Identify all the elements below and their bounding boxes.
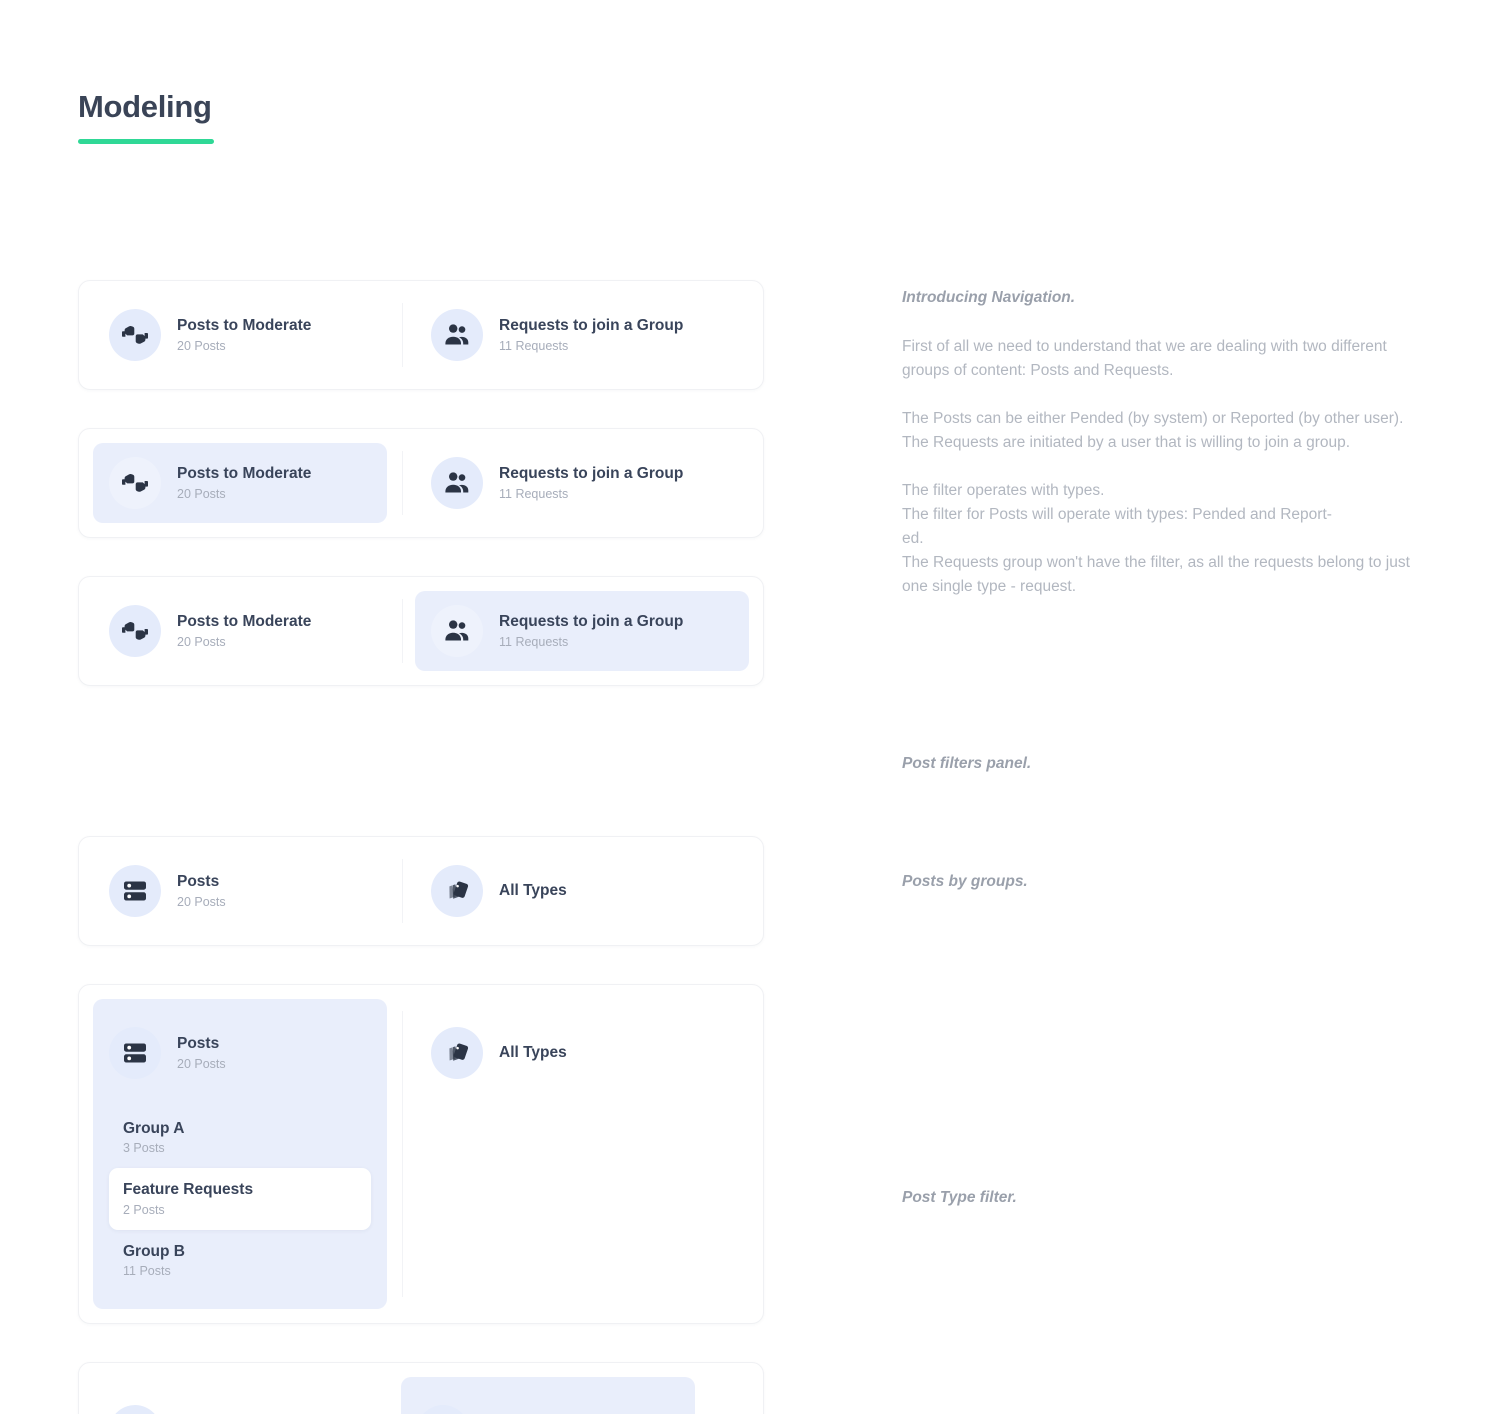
nav-item-subtitle: 20 Posts (177, 338, 226, 353)
nav-card-right-column: Requests to join a Group 11 Requests (401, 281, 763, 389)
nav-item-subtitle: 11 Requests (499, 634, 569, 649)
nav-item-posts[interactable]: Posts 20 Posts (93, 851, 387, 931)
nav-card-right-column: Requests to join a Group 11 Requests (401, 429, 763, 537)
nav-item-title: All Types (499, 882, 567, 900)
nav-card-posts-selected: Posts to Moderate 20 Posts Requests to j… (78, 428, 764, 538)
note-posts-by-groups: Posts by groups. (902, 870, 1028, 893)
post-type-panel: All Types Pended Reported (401, 1377, 695, 1414)
nav-item-title: Requests to join a Group (499, 465, 684, 483)
note-heading: Post filters panel. (902, 755, 1032, 772)
page-header: Modeling (78, 88, 214, 145)
nav-item-text: Posts 20 Posts (177, 872, 226, 909)
nav-item-text: All Types (499, 1043, 567, 1062)
nav-item-all-types[interactable]: All Types (415, 1013, 749, 1093)
cards-group-spacer (78, 724, 764, 836)
nav-item-text: Posts to Moderate 20 Posts (177, 316, 311, 353)
nav-item-subtitle: 11 Requests (499, 338, 569, 353)
nav-item-title: Posts to Moderate (177, 317, 312, 335)
server-stack-icon (109, 1027, 161, 1079)
nav-item-text: Requests to join a Group 11 Requests (499, 464, 683, 501)
nav-item-title: Posts (177, 873, 220, 891)
nav-item-title: Posts to Moderate (177, 465, 312, 483)
nav-item-posts-to-moderate[interactable]: Posts to Moderate 20 Posts (93, 295, 387, 375)
nav-item-text: Posts to Moderate 20 Posts (177, 464, 311, 501)
nav-item-all-types[interactable]: All Types (417, 1391, 679, 1414)
nav-item-subtitle: 20 Posts (177, 486, 226, 501)
nav-item-subtitle: 20 Posts (177, 634, 226, 649)
nav-item-posts[interactable]: Posts 20 Posts (93, 1391, 387, 1414)
nav-item-text: Requests to join a Group 11 Requests (499, 612, 683, 649)
filters-card-default: Posts 20 Posts All Types (78, 836, 764, 946)
nav-item-title: Requests to join a Group (499, 613, 684, 631)
note-body: First of all we need to understand that … (902, 338, 1410, 596)
note-post-type-filter: Post Type filter. (902, 1186, 1017, 1209)
nav-item-title: All Types (499, 1044, 567, 1062)
server-stack-icon (109, 865, 161, 917)
note-post-filters-panel: Post filters panel. (902, 752, 1031, 775)
cards-stack-icon (431, 1027, 483, 1079)
group-subtitle: 3 Posts (123, 1141, 165, 1156)
thumbs-updown-icon (109, 605, 161, 657)
note-heading: Posts by groups. (902, 873, 1028, 890)
filters-card-left-column: Posts 20 Posts (79, 837, 401, 945)
group-list-item[interactable]: Group A 3 Posts (109, 1107, 371, 1168)
nav-item-text: Requests to join a Group 11 Requests (499, 316, 683, 353)
nav-item-posts[interactable]: Posts 20 Posts (109, 1013, 371, 1093)
group-subtitle: 11 Posts (123, 1264, 171, 1279)
nav-item-title: Posts to Moderate (177, 613, 312, 631)
post-type-right-column: All Types Pended Reported (401, 1363, 763, 1414)
nav-item-text: Posts 20 Posts (177, 1034, 226, 1071)
nav-item-requests-to-join[interactable]: Requests to join a Group 11 Requests (415, 443, 749, 523)
posts-by-groups-card: Posts 20 Posts Group A 3 Posts Feature R… (78, 984, 764, 1325)
nav-card-left-column: Posts to Moderate 20 Posts (79, 577, 401, 685)
people-icon (431, 309, 483, 361)
group-list-item[interactable]: Group B 11 Posts (109, 1230, 371, 1291)
group-subtitle: 2 Posts (123, 1202, 165, 1217)
posts-groups-panel: Posts 20 Posts Group A 3 Posts Feature R… (93, 999, 387, 1310)
mockup-cards: Posts to Moderate 20 Posts Requests to j… (78, 280, 764, 1414)
posts-groups-left-column: Posts 20 Posts Group A 3 Posts Feature R… (79, 985, 401, 1323)
nav-item-subtitle: 20 Posts (177, 1056, 226, 1071)
nav-card-default: Posts to Moderate 20 Posts Requests to j… (78, 280, 764, 390)
cards-stack-icon (431, 865, 483, 917)
nav-card-left-column: Posts to Moderate 20 Posts (79, 281, 401, 389)
nav-item-subtitle: 11 Requests (499, 486, 569, 501)
cards-stack-icon (417, 1405, 469, 1414)
nav-item-title: Requests to join a Group (499, 317, 684, 335)
group-title: Group A (123, 1120, 185, 1137)
nav-item-subtitle: 20 Posts (177, 894, 226, 909)
group-title: Group B (123, 1242, 185, 1260)
nav-card-requests-selected: Posts to Moderate 20 Posts Requests to j… (78, 576, 764, 686)
group-title: Feature Requests (123, 1181, 254, 1199)
note-heading: Post Type filter. (902, 1189, 1017, 1206)
page-title: Modeling (78, 89, 212, 124)
nav-item-text: All Types (499, 881, 567, 900)
group-list-item[interactable]: Feature Requests 2 Posts (109, 1168, 371, 1230)
title-accent-rule (78, 139, 214, 145)
nav-item-requests-to-join[interactable]: Requests to join a Group 11 Requests (415, 591, 749, 671)
server-stack-icon (109, 1405, 161, 1414)
nav-item-requests-to-join[interactable]: Requests to join a Group 11 Requests (415, 295, 749, 375)
people-icon (431, 605, 483, 657)
post-type-left-column: Posts 20 Posts (79, 1363, 401, 1414)
nav-card-left-column: Posts to Moderate 20 Posts (79, 429, 401, 537)
thumbs-updown-icon (109, 457, 161, 509)
note-heading: Introducing Navigation. (902, 289, 1076, 306)
group-list: Group A 3 Posts Feature Requests 2 Posts… (109, 1107, 371, 1291)
note-introducing-navigation: Introducing Navigation. First of all we … (902, 286, 1422, 599)
nav-card-right-column: Requests to join a Group 11 Requests (401, 577, 763, 685)
nav-item-all-types[interactable]: All Types (415, 851, 749, 931)
post-type-filter-card: Posts 20 Posts (78, 1362, 764, 1414)
people-icon (431, 457, 483, 509)
filters-card-right-column: All Types (401, 837, 763, 945)
nav-item-posts-to-moderate[interactable]: Posts to Moderate 20 Posts (93, 591, 387, 671)
thumbs-updown-icon (109, 309, 161, 361)
posts-groups-right-column: All Types (401, 985, 763, 1107)
modeling-page: Modeling Posts to Moderate 20 Posts Requ… (0, 0, 1500, 1414)
nav-item-title: Posts (177, 1035, 220, 1053)
nav-item-text: Posts to Moderate 20 Posts (177, 612, 311, 649)
nav-item-posts-to-moderate[interactable]: Posts to Moderate 20 Posts (93, 443, 387, 523)
